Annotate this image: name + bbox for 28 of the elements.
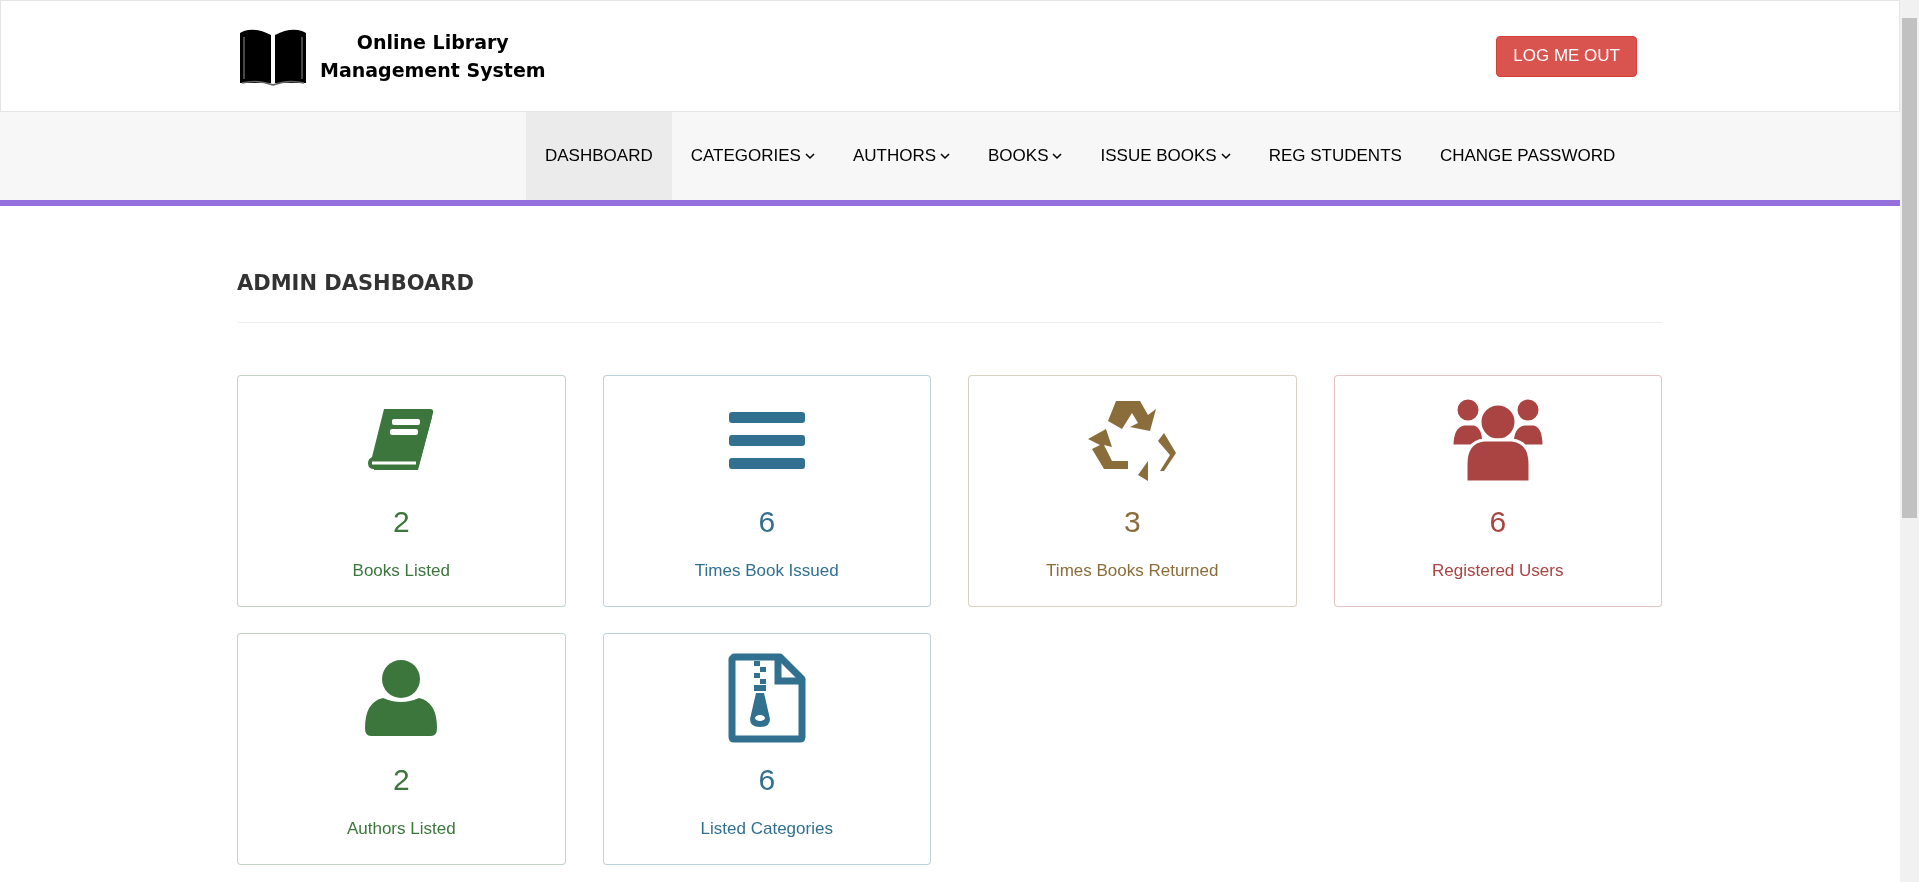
stat-count: 2 (392, 503, 410, 540)
nav-dropdown[interactable]: ISSUE BOOKS (1081, 112, 1250, 200)
nav-dropdown[interactable]: AUTHORS (833, 112, 969, 200)
stat-label: Books Listed (352, 559, 450, 582)
menu-icon (728, 409, 805, 470)
stat-count: 6 (758, 503, 776, 540)
nav-dropdown[interactable]: BOOKS (969, 112, 1082, 200)
stat-count: 6 (1489, 503, 1507, 540)
nav-link[interactable]: CHANGE PASSWORD (1420, 112, 1635, 200)
site-title: Online Library (356, 30, 509, 55)
page-heading: ADMIN DASHBOARD (237, 270, 475, 297)
zip-file-icon (727, 652, 806, 743)
site-title: Management System (320, 58, 546, 83)
scrollbar[interactable] (1900, 0, 1919, 882)
nav-link[interactable]: REG STUDENTS (1249, 112, 1421, 200)
stat-count: 3 (1123, 503, 1141, 540)
stat-label: Authors Listed (346, 817, 456, 840)
logout-button[interactable]: LOG ME OUT (1496, 35, 1637, 77)
stat-label: Times Book Issued (694, 559, 839, 582)
nav-dropdown[interactable]: CATEGORIES (671, 112, 834, 200)
stat-count: 2 (392, 761, 410, 798)
nav-link[interactable]: DASHBOARD (526, 112, 672, 200)
stat-label: Times Books Returned (1046, 559, 1219, 582)
user-icon (365, 659, 438, 736)
stat-label: Listed Categories (700, 817, 833, 840)
stat-count: 6 (758, 761, 776, 798)
recycle-icon (1088, 398, 1177, 481)
stat-label: Registered Users (1432, 559, 1564, 582)
